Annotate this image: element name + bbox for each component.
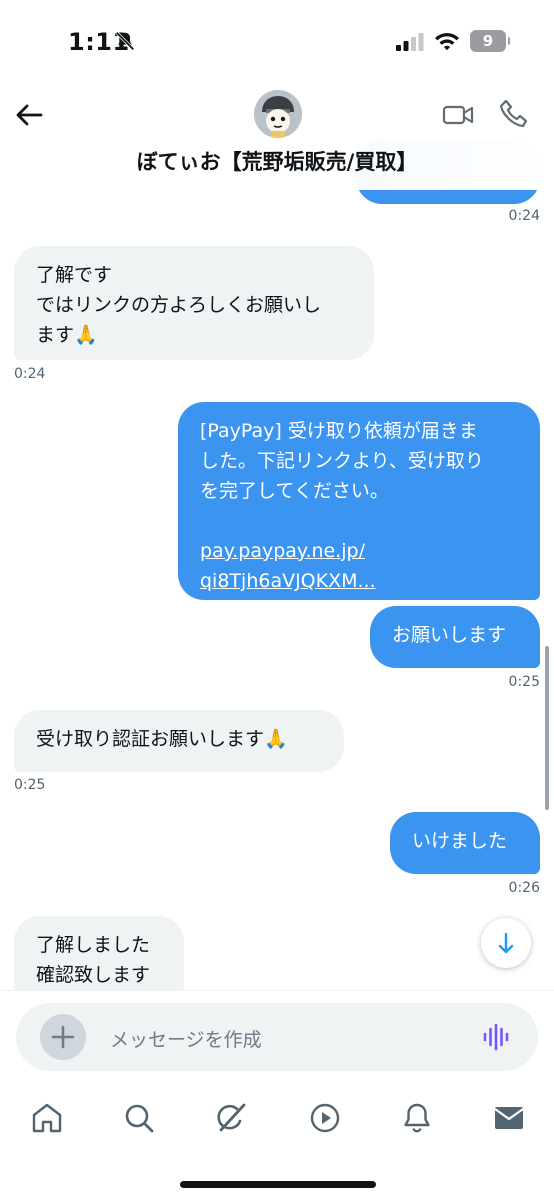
composer-area: メッセージを作成 bbox=[0, 990, 554, 1083]
message-bubble-outgoing[interactable]: いけました bbox=[390, 812, 540, 874]
home-indicator bbox=[180, 1181, 376, 1188]
video-call-icon[interactable] bbox=[442, 100, 474, 130]
battery-indicator: 9 bbox=[470, 30, 510, 52]
avatar[interactable] bbox=[254, 90, 302, 138]
message-text: お願いします bbox=[392, 624, 507, 646]
search-icon[interactable] bbox=[122, 1101, 156, 1135]
message-text: いけました bbox=[412, 830, 508, 852]
message-text: 了解しました bbox=[36, 934, 151, 956]
voice-message-icon[interactable] bbox=[482, 1023, 512, 1051]
bell-off-icon bbox=[115, 31, 135, 51]
message-text: [PayPay] 受け取り依頼が届きま bbox=[200, 420, 478, 442]
conversation-header: ぼてぃお【荒野垢販売/買取】 bbox=[0, 80, 554, 190]
bottom-navigation bbox=[0, 1083, 554, 1200]
message-text: した。下記リンクより、受け取り bbox=[200, 450, 484, 472]
grok-icon[interactable] bbox=[214, 1101, 248, 1135]
message-timestamp: 0:25 bbox=[14, 777, 46, 793]
avatar-image bbox=[254, 90, 302, 138]
wifi-icon bbox=[435, 33, 459, 51]
message-input[interactable]: メッセージを作成 bbox=[110, 1025, 262, 1052]
message-text: 了解です bbox=[36, 264, 113, 286]
scrollbar[interactable] bbox=[545, 646, 549, 810]
message-timestamp: 0:25 bbox=[508, 674, 540, 690]
signal-icon bbox=[396, 33, 424, 51]
status-bar: 1:11 9 bbox=[0, 0, 554, 80]
video-icon[interactable] bbox=[308, 1101, 342, 1135]
message-timestamp: 0:26 bbox=[508, 880, 540, 896]
phone-call-icon[interactable] bbox=[498, 98, 530, 130]
plus-icon bbox=[51, 1025, 75, 1049]
message-bubble-outgoing[interactable]: [PayPay] 受け取り依頼が届きま した。下記リンクより、受け取り を完了し… bbox=[178, 402, 540, 600]
back-arrow-icon[interactable] bbox=[14, 100, 44, 130]
message-text: 確認致します bbox=[36, 964, 151, 986]
message-text: を完了してください。 bbox=[200, 480, 389, 502]
messages-icon[interactable] bbox=[492, 1101, 526, 1135]
message-timestamp: 0:24 bbox=[508, 208, 540, 224]
home-icon[interactable] bbox=[30, 1101, 64, 1135]
notifications-icon[interactable] bbox=[400, 1101, 434, 1135]
message-bubble-incoming[interactable]: 了解です ではリンクの方よろしくお願いし ます🙏 bbox=[14, 246, 374, 360]
paypay-link[interactable]: qi8Tjh6aVJQKXM... bbox=[200, 566, 518, 596]
arrow-down-icon bbox=[498, 932, 514, 954]
message-bubble-incoming[interactable]: 受け取り認証お願いします🙏 bbox=[14, 710, 344, 772]
message-timestamp: 0:24 bbox=[14, 366, 46, 382]
scroll-to-bottom-button[interactable] bbox=[481, 918, 531, 968]
message-text: ではリンクの方よろしくお願いし bbox=[36, 294, 322, 316]
message-text: ます🙏 bbox=[36, 324, 98, 346]
message-bubble-outgoing[interactable]: お願いします bbox=[370, 606, 540, 668]
message-composer[interactable]: メッセージを作成 bbox=[16, 1003, 538, 1071]
message-text: 受け取り認証お願いします🙏 bbox=[36, 728, 288, 750]
add-attachment-button[interactable] bbox=[40, 1014, 86, 1060]
paypay-link[interactable]: pay.paypay.ne.jp/ bbox=[200, 536, 518, 566]
conversation-title[interactable]: ぼてぃお【荒野垢販売/買取】 bbox=[0, 146, 554, 176]
